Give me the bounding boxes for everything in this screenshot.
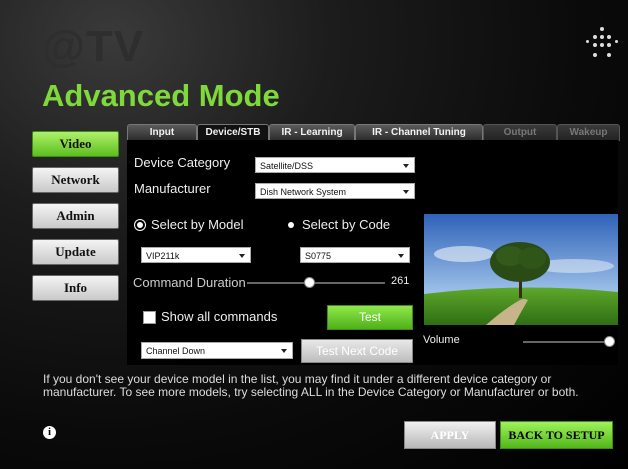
show-all-commands-label: Show all commands	[161, 309, 278, 324]
device-category-select[interactable]: Satellite/DSS	[255, 157, 415, 173]
apply-button[interactable]: APPLY	[404, 421, 496, 449]
logo: @TV	[42, 22, 145, 71]
command-duration-value: 261	[391, 275, 410, 287]
preview-image	[424, 214, 618, 325]
sidebar-item-info[interactable]: Info	[32, 275, 119, 301]
command-duration-slider[interactable]	[247, 282, 385, 284]
tab-ir-channel-tuning[interactable]: IR - Channel Tuning	[355, 124, 483, 141]
back-to-setup-button[interactable]: BACK TO SETUP	[500, 421, 613, 449]
chevron-down-icon	[403, 164, 409, 168]
code-select[interactable]: S0775	[300, 247, 410, 263]
volume-slider[interactable]	[523, 341, 609, 343]
select-by-model-label: Select by Model	[151, 217, 244, 232]
sidebar-item-network[interactable]: Network	[32, 167, 119, 193]
help-text: If you don't see your device model in th…	[43, 372, 579, 399]
tab-wakeup: Wakeup	[557, 124, 620, 141]
chevron-down-icon	[398, 254, 404, 258]
volume-slider-handle[interactable]	[604, 336, 615, 347]
sidebar-item-video[interactable]: Video	[32, 131, 119, 157]
chevron-down-icon	[239, 254, 245, 258]
tab-output: Output	[483, 124, 557, 141]
test-button[interactable]: Test	[327, 305, 413, 330]
tab-input[interactable]: Input	[127, 124, 197, 141]
select-by-model-radio[interactable]	[137, 222, 143, 228]
device-category-value: Satellite/DSS	[260, 161, 314, 171]
page-title: Advanced Mode	[42, 78, 280, 113]
tab-ir-learning[interactable]: IR - Learning	[269, 124, 355, 141]
show-all-commands-checkbox[interactable]	[143, 311, 156, 324]
manufacturer-label: Manufacturer	[134, 181, 211, 196]
sidebar-item-admin[interactable]: Admin	[32, 203, 119, 229]
chevron-down-icon	[281, 349, 287, 353]
command-duration-label: Command Duration	[133, 275, 246, 290]
command-select[interactable]: Channel Down	[141, 342, 293, 359]
model-select[interactable]: VIP211k	[141, 247, 251, 263]
menu-dots-icon[interactable]	[586, 27, 618, 63]
tab-device-stb[interactable]: Device/STB	[197, 124, 269, 141]
device-category-label: Device Category	[134, 155, 231, 170]
command-duration-slider-handle[interactable]	[304, 277, 316, 288]
command-value: Channel Down	[146, 346, 206, 356]
volume-label: Volume	[423, 334, 460, 346]
code-value: S0775	[305, 251, 332, 261]
device-stb-panel: Device Category Satellite/DSS Manufactur…	[127, 140, 618, 365]
sidebar-item-update[interactable]: Update	[32, 239, 119, 265]
select-by-code-label: Select by Code	[302, 217, 391, 232]
test-next-code-button[interactable]: Test Next Code	[301, 339, 413, 363]
manufacturer-select[interactable]: Dish Network System	[255, 183, 415, 199]
sidebar: Video Network Admin Update Info	[32, 131, 119, 311]
info-icon[interactable]: i	[43, 426, 56, 439]
select-by-code-radio[interactable]	[288, 222, 294, 228]
chevron-down-icon	[403, 190, 409, 194]
manufacturer-value: Dish Network System	[260, 187, 347, 197]
model-value: VIP211k	[146, 251, 180, 261]
